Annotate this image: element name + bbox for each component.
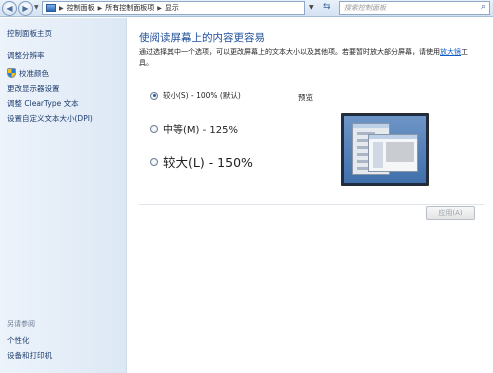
radio-larger[interactable] bbox=[150, 157, 158, 166]
chevron-right-icon[interactable]: ▶ bbox=[98, 5, 103, 12]
magnifier-link[interactable]: 放大镜 bbox=[440, 48, 461, 56]
address-dropdown-icon[interactable]: ▼ bbox=[309, 4, 314, 11]
radio-medium[interactable] bbox=[150, 124, 158, 133]
option-medium[interactable]: 中等(M) - 125% bbox=[150, 121, 238, 136]
back-arrow-icon: ◀ bbox=[6, 4, 13, 13]
recent-pages-dropdown-icon[interactable]: ▼ bbox=[34, 4, 39, 11]
sidebar-item-personalization[interactable]: 个性化 bbox=[7, 335, 30, 346]
chevron-right-icon[interactable]: ▶ bbox=[157, 5, 162, 12]
preview-label: 预览 bbox=[298, 93, 313, 102]
sidebar-item-devices-printers[interactable]: 设备和打印机 bbox=[7, 350, 52, 361]
option-smaller[interactable]: 较小(S) - 100% (默认) bbox=[150, 90, 241, 101]
option-medium-label: 中等(M) - 125% bbox=[163, 125, 238, 136]
navigation-pane: 控制面板主页 调整分辨率 校准颜色 更改显示器设置 调整 ClearType 文… bbox=[0, 18, 127, 373]
shield-icon bbox=[7, 68, 16, 78]
preview-monitor-image bbox=[341, 113, 429, 186]
search-icon[interactable]: ⌕ bbox=[481, 2, 486, 12]
sidebar-item-custom-dpi[interactable]: 设置自定义文本大小(DPI) bbox=[7, 113, 93, 124]
preview-window-front bbox=[368, 134, 418, 172]
address-field[interactable]: ▶ 控制面板 ▶ 所有控制面板项 ▶ 显示 bbox=[42, 1, 305, 15]
sidebar-item-display-settings[interactable]: 更改显示器设置 bbox=[7, 83, 60, 94]
refresh-icon[interactable]: ⇆ bbox=[323, 2, 331, 12]
divider bbox=[139, 204, 484, 205]
page-description: 通过选择其中一个选项，可以更改屏幕上的文本大小以及其他项。若要暂时放大部分屏幕，… bbox=[139, 47, 481, 69]
description-text: 通过选择其中一个选项，可以更改屏幕上的文本大小以及其他项。若要暂时放大部分屏幕，… bbox=[139, 48, 440, 56]
option-larger-label: 较大(L) - 150% bbox=[163, 155, 253, 170]
breadcrumb-control-panel[interactable]: 控制面板 bbox=[67, 3, 95, 13]
sidebar-item-resolution[interactable]: 调整分辨率 bbox=[7, 50, 45, 61]
apply-button[interactable]: 应用(A) bbox=[426, 206, 475, 220]
breadcrumb-all-items[interactable]: 所有控制面板项 bbox=[105, 3, 154, 13]
control-panel-icon bbox=[46, 4, 56, 12]
option-smaller-label: 较小(S) - 100% (默认) bbox=[163, 91, 241, 100]
option-larger[interactable]: 较大(L) - 150% bbox=[150, 152, 253, 171]
see-also-heading: 另请参阅 bbox=[7, 320, 35, 328]
radio-smaller[interactable] bbox=[150, 91, 158, 100]
sidebar-item-cleartype[interactable]: 调整 ClearType 文本 bbox=[7, 98, 79, 109]
sidebar-item-calibrate-color[interactable]: 校准颜色 bbox=[19, 68, 49, 79]
breadcrumb-display[interactable]: 显示 bbox=[165, 3, 179, 13]
page-title: 使阅读屏幕上的内容更容易 bbox=[139, 32, 265, 44]
forward-arrow-icon: ▶ bbox=[22, 4, 29, 13]
chevron-right-icon[interactable]: ▶ bbox=[59, 5, 64, 12]
address-toolbar: ◀ ▶ ▼ ▶ 控制面板 ▶ 所有控制面板项 ▶ 显示 ▼ ⇆ ⌕ bbox=[0, 0, 493, 17]
back-button[interactable]: ◀ bbox=[2, 1, 17, 16]
forward-button[interactable]: ▶ bbox=[18, 1, 33, 16]
sidebar-item-home[interactable]: 控制面板主页 bbox=[7, 28, 52, 39]
search-input[interactable] bbox=[344, 4, 472, 12]
search-box[interactable]: ⌕ bbox=[339, 1, 490, 15]
main-content: 使阅读屏幕上的内容更容易 通过选择其中一个选项，可以更改屏幕上的文本大小以及其他… bbox=[128, 18, 493, 373]
